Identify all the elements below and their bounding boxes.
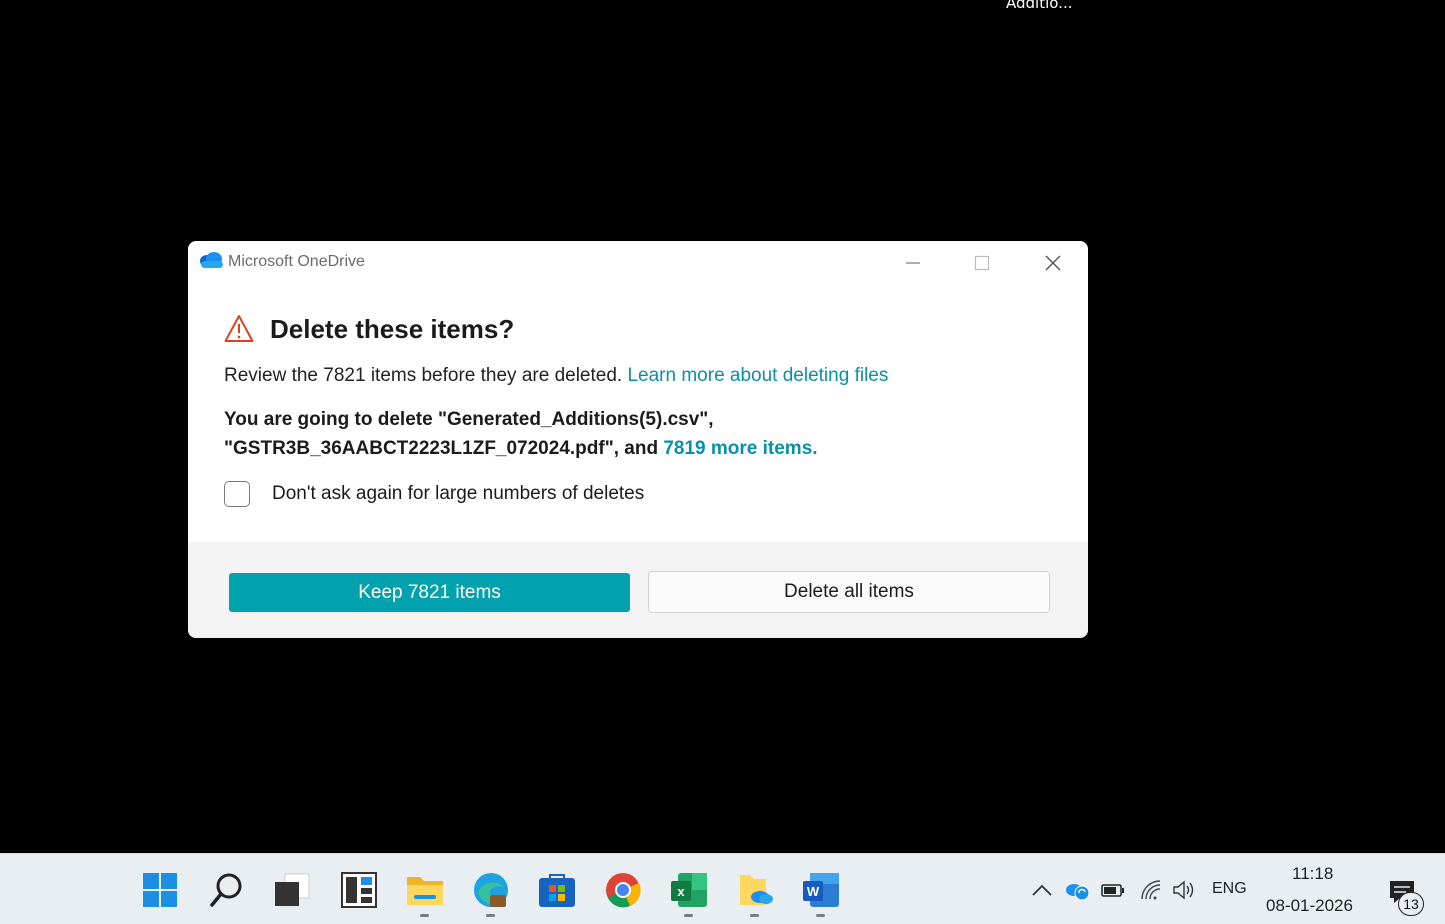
maximize-icon — [974, 255, 990, 271]
excel-running-indicator — [684, 914, 693, 917]
review-text: Review the 7821 items before they are de… — [224, 365, 888, 387]
dialog-heading: Delete these items? — [270, 313, 515, 344]
heading-row: Delete these items? — [224, 311, 514, 347]
onedrive-sync-icon[interactable] — [1064, 879, 1090, 901]
delete-summary-files: "GSTR3B_36AABCT2223L1ZF_072024.pdf", and — [224, 438, 664, 459]
onedrive-running-indicator — [750, 914, 759, 917]
keep-items-button[interactable]: Keep 7821 items — [229, 573, 630, 612]
close-button[interactable] — [1030, 249, 1076, 277]
widgets-icon[interactable] — [340, 871, 378, 909]
clock-time[interactable]: 11:18 — [1292, 864, 1333, 884]
title-bar[interactable]: Microsoft OneDrive — [188, 241, 1088, 283]
file-explorer-icon[interactable] — [406, 871, 444, 909]
dont-ask-checkbox[interactable] — [224, 481, 250, 507]
edge-running-indicator — [486, 914, 495, 917]
edge-icon[interactable] — [472, 871, 510, 909]
word-running-indicator — [816, 914, 825, 917]
svg-text:W: W — [807, 884, 820, 899]
learn-more-link[interactable]: Learn more about deleting files — [627, 365, 888, 386]
wifi-icon[interactable] — [1139, 879, 1165, 901]
word-icon[interactable]: W — [802, 871, 840, 909]
delete-all-button[interactable]: Delete all items — [648, 571, 1050, 613]
svg-text:x: x — [677, 884, 685, 899]
start-icon[interactable] — [141, 871, 179, 909]
volume-icon[interactable] — [1171, 879, 1197, 901]
app-title: Microsoft OneDrive — [228, 253, 365, 270]
review-message: Review the 7821 items before they are de… — [224, 365, 628, 386]
task-view-icon[interactable] — [273, 871, 311, 909]
dont-ask-row[interactable]: Don't ask again for large numbers of del… — [224, 481, 644, 507]
chevron-up-icon[interactable] — [1029, 879, 1055, 901]
dont-ask-label[interactable]: Don't ask again for large numbers of del… — [272, 483, 644, 505]
delete-summary: You are going to delete "Generated_Addit… — [224, 405, 1044, 463]
minimize-button[interactable] — [890, 249, 936, 277]
notification-count-badge: 13 — [1398, 892, 1424, 916]
chrome-icon[interactable] — [604, 871, 642, 909]
desktop-file-label[interactable]: Additio... — [1006, 0, 1072, 12]
delete-summary-line2: "GSTR3B_36AABCT2223L1ZF_072024.pdf", and… — [224, 434, 1044, 463]
excel-icon[interactable]: x — [670, 871, 708, 909]
warning-icon — [224, 315, 254, 342]
onedrive-cloud-icon — [200, 252, 223, 268]
search-icon[interactable] — [208, 871, 246, 909]
clock-date[interactable]: 08-01-2026 — [1266, 896, 1353, 916]
more-items-link[interactable]: 7819 more items. — [663, 438, 817, 459]
file-explorer-running-indicator — [420, 914, 429, 917]
delete-summary-line1: You are going to delete "Generated_Addit… — [224, 409, 714, 430]
battery-icon[interactable] — [1100, 879, 1126, 901]
close-icon — [1045, 255, 1061, 271]
store-icon[interactable] — [538, 871, 576, 909]
minimize-icon — [906, 262, 920, 264]
taskbar: x W ENG 11:18 08-01-2026 13 — [0, 853, 1445, 924]
dialog-footer: Keep 7821 items Delete all items — [188, 542, 1088, 638]
onedrive-delete-dialog: Microsoft OneDrive Delete these items? R… — [188, 241, 1088, 638]
onedrive-folder-icon[interactable] — [736, 871, 774, 909]
language-indicator[interactable]: ENG — [1212, 880, 1247, 898]
maximize-button[interactable] — [959, 249, 1005, 277]
